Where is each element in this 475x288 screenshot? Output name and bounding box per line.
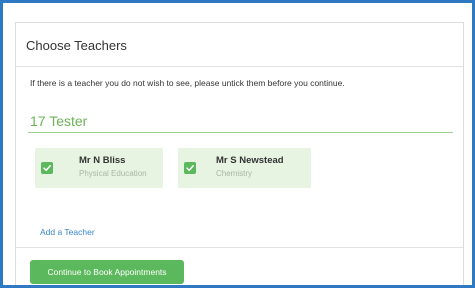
teacher-name: Mr S Newstead <box>216 155 284 166</box>
teacher-subject: Chemistry <box>216 169 253 178</box>
teacher-subject: Physical Education <box>79 169 147 178</box>
screenshot-frame: Choose Teachers If there is a teacher yo… <box>0 0 475 288</box>
teacher-card[interactable]: Mr N Bliss Physical Education <box>35 148 163 188</box>
checkmark-icon <box>186 165 194 172</box>
student-name: 17 Tester <box>30 113 88 129</box>
choose-teachers-panel: Choose Teachers If there is a teacher yo… <box>15 22 464 285</box>
student-divider <box>28 132 453 133</box>
instructions-text: If there is a teacher you do not wish to… <box>30 78 345 88</box>
continue-to-book-button[interactable]: Continue to Book Appointments <box>30 260 184 284</box>
teacher-checkbox[interactable] <box>41 162 53 174</box>
teacher-name: Mr N Bliss <box>79 155 126 166</box>
teacher-card[interactable]: Mr S Newstead Chemistry <box>178 148 311 188</box>
footer-divider <box>16 247 463 248</box>
panel-title: Choose Teachers <box>16 23 463 67</box>
add-teacher-link[interactable]: Add a Teacher <box>40 227 95 237</box>
teacher-checkbox[interactable] <box>184 162 196 174</box>
checkmark-icon <box>43 165 51 172</box>
